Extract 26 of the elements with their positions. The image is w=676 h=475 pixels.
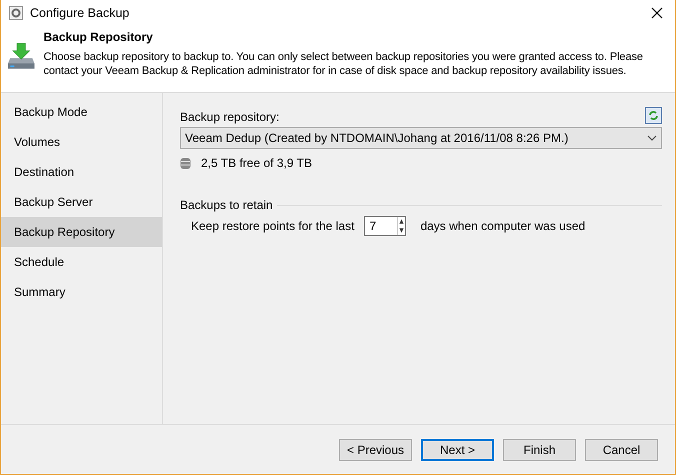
sidebar-item[interactable]: Backup Mode xyxy=(1,97,162,127)
page-title: Backup Repository xyxy=(44,30,154,44)
refresh-button[interactable] xyxy=(645,107,662,124)
wizard-button[interactable]: < Previous xyxy=(339,438,412,460)
repository-dropdown[interactable]: Veeam Dedup (Created by NTDOMAIN\Johang at 2016/11/08 8:26 PM.) xyxy=(180,127,662,149)
wizard-button[interactable]: Cancel xyxy=(585,438,658,460)
sidebar-item[interactable]: Destination xyxy=(1,157,162,187)
chevron-icon xyxy=(647,135,657,141)
gear-icon xyxy=(9,6,23,20)
free-space-text: 2,5 TB free of 3,9 TB xyxy=(201,156,312,170)
days-spinbox[interactable]: 7 xyxy=(364,216,406,236)
page-description: Choose backup repository to backup to. You can only select between backup repositories you were granted access to. Please contact your Veeam Backup & Replication administrator for in case of disk space and backup repository availability issues. xyxy=(44,50,644,78)
wizard-button[interactable]: Finish xyxy=(503,438,576,460)
sidebar-item[interactable]: Backup Server xyxy=(1,187,162,217)
group-title: Backups to retain xyxy=(180,198,273,212)
sidebar-item[interactable]: Summary xyxy=(1,277,162,307)
window-title: Configure Backup xyxy=(30,6,130,20)
database-icon xyxy=(180,156,191,170)
close-icon xyxy=(651,7,663,19)
sidebar-item[interactable]: Schedule xyxy=(1,247,162,277)
retention-suffix: days when computer was used xyxy=(420,219,586,233)
wizard-button[interactable]: Next > xyxy=(421,438,494,460)
retention-label: Keep restore points for the last xyxy=(191,219,354,233)
field-label: Backup repository: xyxy=(180,110,280,124)
sidebar-item[interactable]: Volumes xyxy=(1,127,162,157)
sidebar-item[interactable]: Backup Repository xyxy=(1,217,162,247)
